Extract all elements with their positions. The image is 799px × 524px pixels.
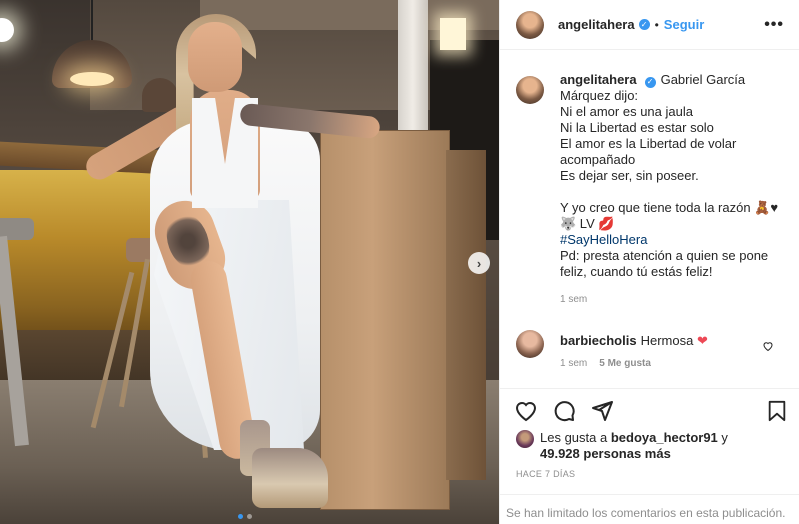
caption-line: Y yo creo que tiene toda la razón 🧸♥ <box>560 200 779 215</box>
photo-wooden-crate-side <box>446 150 486 480</box>
more-options-icon[interactable]: ••• <box>764 16 784 34</box>
comment-text: barbiecholis Hermosa ❤ <box>560 330 788 352</box>
caption-line: feliz, cuando tú estás feliz! <box>560 264 713 279</box>
caption-line: Ni el amor es una jaula <box>560 104 693 119</box>
caption-avatar[interactable] <box>516 76 544 104</box>
liker-username[interactable]: bedoya_hector91 <box>611 430 718 445</box>
photo-wall-lamp <box>440 18 466 50</box>
post-age[interactable]: HACE 7 DÍAS <box>516 469 575 479</box>
caption-line: 🐺 LV 💋 <box>560 216 615 231</box>
comment-likes[interactable]: 5 Me gusta <box>599 358 651 369</box>
verified-badge-icon: ✓ <box>644 76 656 88</box>
caption-text: angelitahera ✓ Gabriel García Márquez dijo… <box>560 72 788 280</box>
caption-line: Ni la Libertad es estar solo <box>560 120 714 135</box>
comment-like-heart-icon[interactable] <box>762 340 774 355</box>
likes-text: Les gusta a bedoya_hector91 y 49.928 per… <box>540 430 728 462</box>
like-heart-icon[interactable] <box>514 399 538 423</box>
verified-badge-icon: ✓ <box>638 19 650 30</box>
photo-lamp-glow <box>70 72 114 86</box>
post-header: angelitahera ✓ • Seguir ••• <box>500 0 799 50</box>
caption-timestamp[interactable]: 1 sem <box>560 294 788 305</box>
bookmark-icon[interactable] <box>766 399 788 423</box>
caption-line: acompañado <box>560 152 636 167</box>
caption-line: Gabriel García <box>660 72 746 87</box>
photo-lamp-small <box>142 78 178 112</box>
caption-username[interactable]: angelitahera <box>560 72 637 87</box>
commenter-avatar[interactable] <box>516 330 544 358</box>
comment-bubble-icon[interactable] <box>552 399 576 423</box>
likes-summary: Les gusta a bedoya_hector91 y 49.928 per… <box>516 430 796 462</box>
post-actions: Les gusta a bedoya_hector91 y 49.928 per… <box>500 388 799 524</box>
liker-avatar[interactable] <box>516 430 534 448</box>
post-photo[interactable]: › <box>0 0 499 524</box>
commenter-username[interactable]: barbiecholis <box>560 333 637 348</box>
comment-timestamp[interactable]: 1 sem <box>560 358 587 369</box>
likes-prefix: Les gusta a <box>540 430 608 445</box>
chevron-right-icon: › <box>476 255 482 271</box>
caption-line: Pd: presta atención a quien se pone <box>560 248 769 263</box>
instagram-post: › angelitahera ✓ • Seguir ••• angelitahe… <box>0 0 799 524</box>
comment-meta: 1 sem 5 Me gusta <box>560 358 788 369</box>
carousel-indicator <box>238 514 252 519</box>
caption-line: Es dejar ser, sin poseer. <box>560 168 699 183</box>
hashtag-link[interactable]: #SayHelloHera <box>560 232 788 248</box>
follow-button[interactable]: Seguir <box>664 17 704 32</box>
likes-count[interactable]: 49.928 personas más <box>540 446 671 461</box>
red-heart-emoji: ❤ <box>696 333 708 348</box>
caption-line: Márquez dijo: <box>560 88 639 103</box>
photo-wooden-crate <box>320 130 450 510</box>
likes-conj: y <box>721 430 728 445</box>
photo-lamp-wire <box>91 0 93 42</box>
comment-item: barbiecholis Hermosa ❤ 1 sem 5 Me gusta <box>516 330 788 369</box>
photo-head <box>188 22 242 92</box>
author-avatar[interactable] <box>516 10 544 39</box>
carousel-dot-active <box>238 514 243 519</box>
carousel-dot <box>247 514 252 519</box>
post-sidebar: angelitahera ✓ • Seguir ••• angelitahera… <box>499 0 799 524</box>
post-caption: angelitahera ✓ Gabriel García Márquez dijo… <box>516 72 788 305</box>
author-username[interactable]: angelitahera <box>558 17 635 32</box>
caption-line: El amor es la Libertad de volar <box>560 136 737 151</box>
share-send-icon[interactable] <box>590 399 614 423</box>
separator-bullet: • <box>654 17 659 32</box>
comment-content: Hermosa <box>640 333 694 348</box>
carousel-next-button[interactable]: › <box>468 252 490 274</box>
photo-shoe <box>252 448 328 508</box>
comments-limited-notice: Se han limitado los comentarios en esta … <box>500 494 799 520</box>
action-icons <box>514 399 614 423</box>
